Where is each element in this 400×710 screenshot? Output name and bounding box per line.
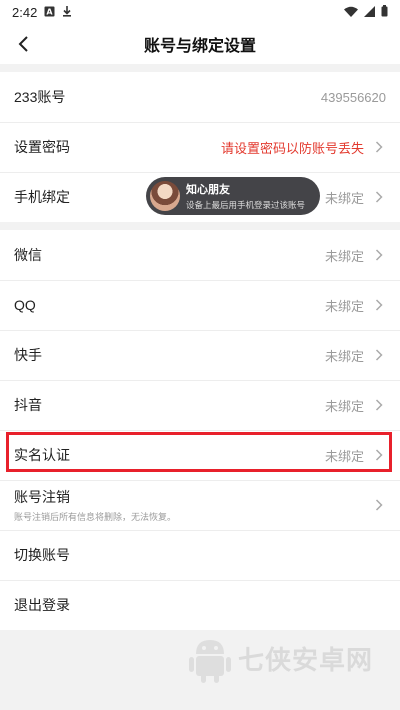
row-wechat[interactable]: 微信 未绑定 (0, 230, 400, 280)
page-title: 账号与绑定设置 (143, 38, 256, 55)
wifi-icon (344, 5, 358, 20)
row-douyin[interactable]: 抖音 未绑定 (0, 380, 400, 430)
row-label: 设置密码 (14, 139, 70, 155)
nav-bar: 账号与绑定设置 (0, 24, 400, 64)
back-button[interactable] (12, 32, 36, 56)
chevron-right-icon (372, 248, 386, 262)
row-label: 账号注销 (14, 489, 70, 505)
chevron-right-icon (372, 298, 386, 312)
row-value: 未绑定 (324, 348, 364, 364)
account-id: 439556620 (320, 89, 386, 105)
toast-name: 知心朋友 (186, 184, 230, 196)
watermark-text: 七侠安卓网 (238, 644, 374, 675)
chevron-right-icon (372, 398, 386, 412)
password-warning: 请设置密码以防账号丢失 (220, 140, 364, 156)
svg-text:A: A (47, 7, 54, 16)
chevron-right-icon (372, 190, 386, 204)
status-bar: 2:42 A (0, 0, 400, 24)
row-value: 未绑定 (324, 298, 364, 314)
row-label: QQ (14, 297, 36, 313)
notification-a-icon: A (44, 5, 55, 20)
avatar (150, 181, 180, 211)
chevron-right-icon (372, 498, 386, 512)
back-arrow-icon (18, 36, 28, 52)
chevron-right-icon (372, 448, 386, 462)
battery-icon (381, 4, 388, 20)
row-label: 微信 (14, 247, 42, 263)
row-kuaishou[interactable]: 快手 未绑定 (0, 330, 400, 380)
watermark: 七侠安卓网 (188, 632, 373, 684)
android-logo-icon (189, 640, 231, 683)
row-value: 未绑定 (324, 190, 364, 206)
chevron-right-icon (372, 140, 386, 154)
deletion-hint: 账号注销后所有信息将删除，无法恢复。 (14, 512, 177, 522)
row-label: 实名认证 (14, 447, 70, 463)
row-233-account[interactable]: 233账号 439556620 (0, 72, 400, 122)
row-label: 退出登录 (14, 597, 70, 613)
row-label: 快手 (14, 347, 42, 363)
download-icon (62, 5, 72, 20)
row-value: 未绑定 (324, 398, 364, 414)
chevron-right-icon (372, 348, 386, 362)
status-time: 2:42 (12, 4, 38, 20)
binding-group: 微信 未绑定 QQ 未绑定 快手 未绑定 抖音 未绑定 实名认证 未绑定 账号注… (0, 230, 400, 630)
row-qq[interactable]: QQ 未绑定 (0, 280, 400, 330)
row-account-deletion[interactable]: 账号注销 账号注销后所有信息将删除，无法恢复。 (0, 480, 400, 530)
row-set-password[interactable]: 设置密码 请设置密码以防账号丢失 (0, 122, 400, 172)
login-hint-toast: 知心朋友 设备上最后用手机登录过该账号 (146, 177, 320, 215)
row-value: 未绑定 (324, 448, 364, 464)
row-real-name-verification[interactable]: 实名认证 未绑定 (0, 430, 400, 480)
row-switch-account[interactable]: 切换账号 (0, 530, 400, 580)
row-label: 切换账号 (14, 547, 70, 563)
row-label: 手机绑定 (14, 189, 70, 205)
signal-icon (364, 5, 375, 20)
row-label: 233账号 (14, 89, 66, 105)
row-logout[interactable]: 退出登录 (0, 580, 400, 630)
row-value: 未绑定 (324, 248, 364, 264)
toast-message: 设备上最后用手机登录过该账号 (186, 200, 306, 210)
row-label: 抖音 (14, 397, 42, 413)
